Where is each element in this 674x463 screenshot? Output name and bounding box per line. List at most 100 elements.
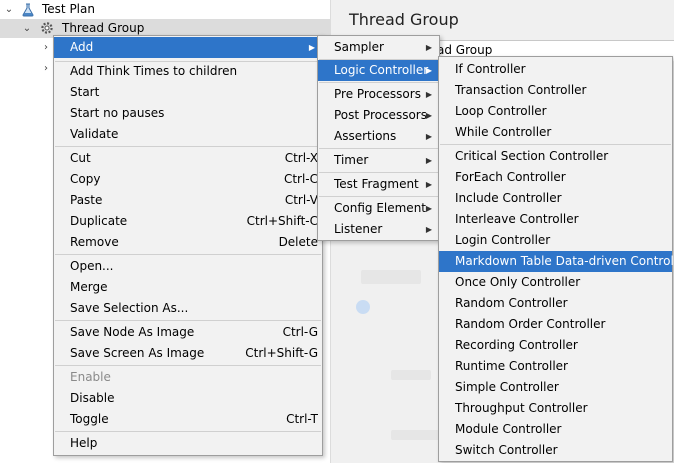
menu-item-transaction-controller[interactable]: Transaction Controller	[439, 80, 672, 101]
chevron-down-icon[interactable]: ⌄	[21, 19, 33, 38]
obscured-field	[361, 270, 421, 284]
shortcut-label: Delete	[278, 235, 318, 249]
menu-item-save-node-as-image[interactable]: Save Node As Image Ctrl-G	[54, 322, 322, 343]
menu-item-label: Start	[70, 85, 100, 99]
menu-item-label: Save Node As Image	[70, 325, 195, 339]
menu-item-label: Critical Section Controller	[455, 149, 609, 163]
menu-item-module-controller[interactable]: Module Controller	[439, 419, 672, 440]
menu-item-config-element[interactable]: Config Element ▶	[318, 198, 439, 219]
menu-item-label: Interleave Controller	[455, 212, 579, 226]
menu-item-critical-section-controller[interactable]: Critical Section Controller	[439, 146, 672, 167]
menu-item-remove[interactable]: Remove Delete	[54, 232, 322, 253]
menu-separator	[319, 148, 438, 149]
menu-item-label: Help	[70, 436, 98, 450]
menu-item-open[interactable]: Open...	[54, 256, 322, 277]
menu-item-assertions[interactable]: Assertions ▶	[318, 126, 439, 147]
menu-item-label: Save Selection As...	[70, 301, 189, 315]
menu-item-label: Cut	[70, 151, 91, 165]
menu-item-paste[interactable]: Paste Ctrl-V	[54, 190, 322, 211]
menu-item-merge[interactable]: Merge	[54, 277, 322, 298]
tree-node-child[interactable]: ›	[0, 38, 60, 57]
menu-item-label: Include Controller	[455, 191, 562, 205]
menu-item-include-controller[interactable]: Include Controller	[439, 188, 672, 209]
menu-item-add-think-times[interactable]: Add Think Times to children	[54, 61, 322, 82]
menu-separator	[440, 144, 671, 145]
menu-item-runtime-controller[interactable]: Runtime Controller	[439, 356, 672, 377]
menu-item-copy[interactable]: Copy Ctrl-C	[54, 169, 322, 190]
menu-item-foreach-controller[interactable]: ForEach Controller	[439, 167, 672, 188]
menu-item-label: Start no pauses	[70, 106, 165, 120]
menu-item-label: Timer	[334, 153, 369, 167]
tree-node-child[interactable]: ›	[0, 59, 60, 78]
menu-item-login-controller[interactable]: Login Controller	[439, 230, 672, 251]
menu-item-listener[interactable]: Listener ▶	[318, 219, 439, 240]
menu-item-recording-controller[interactable]: Recording Controller	[439, 335, 672, 356]
menu-item-label: Random Controller	[455, 296, 568, 310]
menu-item-interleave-controller[interactable]: Interleave Controller	[439, 209, 672, 230]
chevron-right-icon: ▶	[425, 204, 432, 213]
menu-item-disable[interactable]: Disable	[54, 388, 322, 409]
menu-item-enable: Enable	[54, 367, 322, 388]
menu-item-label: Once Only Controller	[455, 275, 581, 289]
menu-item-save-selection-as[interactable]: Save Selection As...	[54, 298, 322, 319]
menu-item-toggle[interactable]: Toggle Ctrl-T	[54, 409, 322, 430]
menu-item-label: Random Order Controller	[455, 317, 606, 331]
menu-item-test-fragment[interactable]: Test Fragment ▶	[318, 174, 439, 195]
menu-item-label: Save Screen As Image	[70, 346, 205, 360]
menu-item-random-controller[interactable]: Random Controller	[439, 293, 672, 314]
flask-icon	[22, 3, 34, 17]
menu-item-post-processors[interactable]: Post Processors ▶	[318, 105, 439, 126]
menu-item-start[interactable]: Start	[54, 82, 322, 103]
menu-item-label: Sampler	[334, 40, 384, 54]
menu-item-label: Assertions	[334, 129, 397, 143]
shortcut-label: Ctrl+Shift-C	[246, 214, 318, 228]
menu-item-label: Add	[70, 40, 94, 54]
menu-item-label: Switch Controller	[455, 443, 558, 457]
menu-item-label: Duplicate	[70, 214, 128, 228]
panel-title: Thread Group	[349, 10, 459, 29]
menu-item-once-only-controller[interactable]: Once Only Controller	[439, 272, 672, 293]
menu-item-validate[interactable]: Validate	[54, 124, 322, 145]
chevron-down-icon[interactable]: ⌄	[3, 0, 15, 19]
chevron-right-icon: ▶	[308, 43, 315, 52]
menu-item-sampler[interactable]: Sampler ▶	[318, 37, 439, 58]
menu-item-markdown-table-controller[interactable]: Markdown Table Data-driven Controller	[439, 251, 674, 272]
chevron-right-icon: ▶	[425, 180, 432, 189]
chevron-right-icon[interactable]: ›	[40, 38, 52, 57]
shortcut-label: Ctrl-X	[284, 151, 318, 165]
menu-item-label: If Controller	[455, 62, 526, 76]
menu-item-start-no-pauses[interactable]: Start no pauses	[54, 103, 322, 124]
menu-item-logic-controller[interactable]: Logic Controller ▶	[318, 60, 439, 81]
add-submenu: Sampler ▶ Logic Controller ▶ Pre Process…	[317, 35, 440, 241]
menu-item-label: Test Fragment	[334, 177, 419, 191]
name-field-value: ad Group	[437, 43, 493, 57]
menu-item-timer[interactable]: Timer ▶	[318, 150, 439, 171]
chevron-right-icon[interactable]: ›	[40, 59, 52, 78]
menu-item-label: Runtime Controller	[455, 359, 568, 373]
chevron-right-icon: ▶	[425, 132, 432, 141]
menu-item-help[interactable]: Help	[54, 433, 322, 454]
menu-item-loop-controller[interactable]: Loop Controller	[439, 101, 672, 122]
menu-item-random-order-controller[interactable]: Random Order Controller	[439, 314, 672, 335]
menu-item-throughput-controller[interactable]: Throughput Controller	[439, 398, 672, 419]
obscured-field	[391, 370, 431, 380]
menu-item-label: Pre Processors	[334, 87, 421, 101]
menu-item-save-screen-as-image[interactable]: Save Screen As Image Ctrl+Shift-G	[54, 343, 322, 364]
menu-item-duplicate[interactable]: Duplicate Ctrl+Shift-C	[54, 211, 322, 232]
menu-item-label: Validate	[70, 127, 119, 141]
menu-item-simple-controller[interactable]: Simple Controller	[439, 377, 672, 398]
menu-item-switch-controller[interactable]: Switch Controller	[439, 440, 672, 461]
obscured-field	[391, 430, 441, 440]
menu-item-add[interactable]: Add ▶	[54, 37, 322, 58]
menu-item-label: Config Element	[334, 201, 426, 215]
menu-item-pre-processors[interactable]: Pre Processors ▶	[318, 84, 439, 105]
menu-item-while-controller[interactable]: While Controller	[439, 122, 672, 143]
menu-separator	[55, 320, 321, 321]
menu-item-label: Paste	[70, 193, 103, 207]
tree-node-test-plan[interactable]: ⌄ Test Plan	[0, 0, 330, 19]
shortcut-label: Ctrl-V	[284, 193, 318, 207]
menu-item-label: Logic Controller	[334, 63, 429, 77]
shortcut-label: Ctrl-C	[283, 172, 318, 186]
menu-item-if-controller[interactable]: If Controller	[439, 59, 672, 80]
menu-item-cut[interactable]: Cut Ctrl-X	[54, 148, 322, 169]
